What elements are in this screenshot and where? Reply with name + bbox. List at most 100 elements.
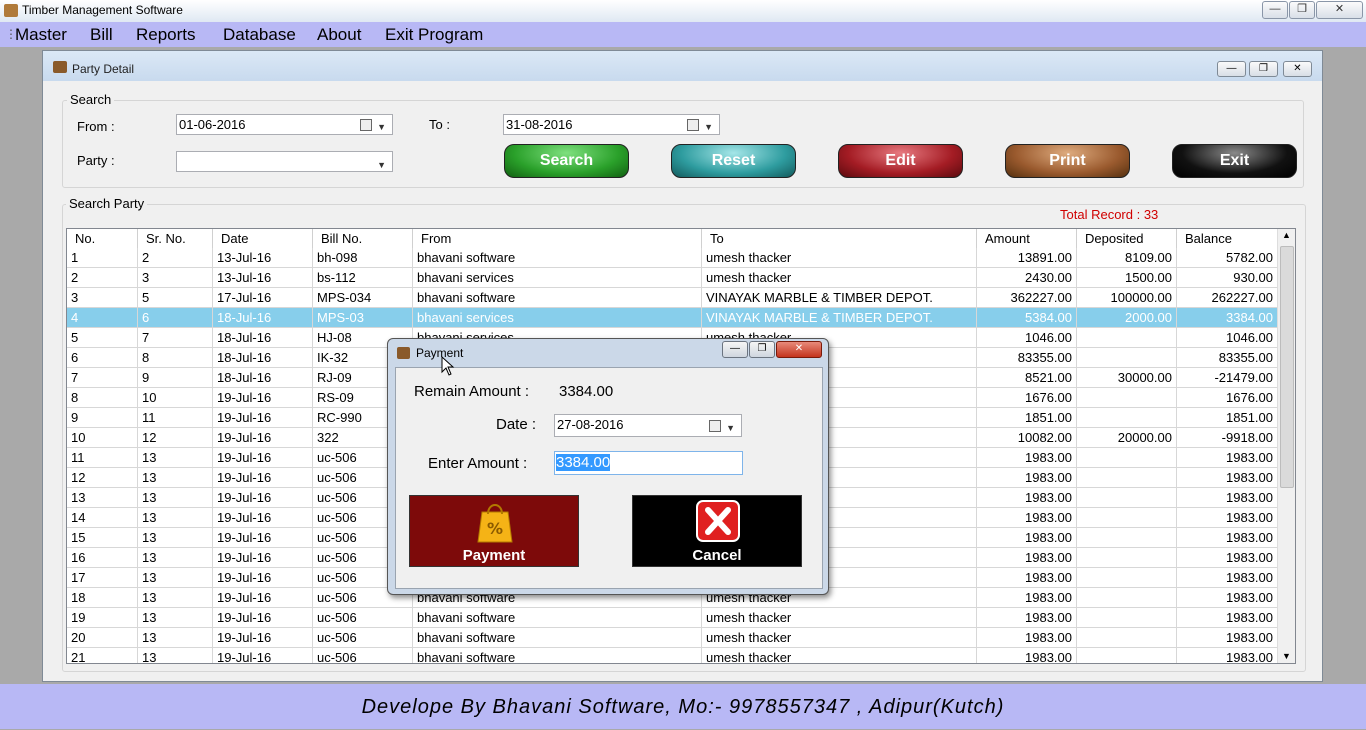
table-cell: umesh thacker [702, 608, 977, 627]
payment-button[interactable]: % Payment [409, 495, 579, 567]
to-date-value: 31-08-2016 [506, 117, 573, 132]
table-cell: 19-Jul-16 [213, 568, 313, 587]
chevron-down-icon[interactable]: ▼ [377, 156, 386, 175]
menu-master[interactable]: Master [15, 25, 67, 45]
search-button[interactable]: Search [504, 144, 629, 178]
table-cell: 17-Jul-16 [213, 288, 313, 307]
menu-database[interactable]: Database [223, 25, 296, 45]
chevron-down-icon[interactable]: ▼ [704, 118, 713, 137]
table-cell: 19-Jul-16 [213, 608, 313, 627]
table-cell: 13-Jul-16 [213, 248, 313, 267]
dialog-maximize-button[interactable]: ❐ [749, 341, 775, 358]
table-cell: 5 [67, 328, 138, 347]
table-cell: 1983.00 [1177, 588, 1278, 607]
table-row[interactable]: 20 13 19-Jul-16 uc-506 bhavani software umesh… [67, 628, 1278, 648]
enter-amount-label: Enter Amount : [428, 455, 528, 472]
table-row[interactable]: 1 2 13-Jul-16 bh-098 bhavani software umesh t… [67, 248, 1278, 268]
table-cell: bhavani software [413, 608, 702, 627]
table-row[interactable]: 2 3 13-Jul-16 bs-112 bhavani services umesh t… [67, 268, 1278, 288]
column-header[interactable]: No. [67, 229, 138, 248]
table-cell: 1983.00 [1177, 648, 1278, 663]
table-cell [1077, 328, 1177, 347]
table-cell: 17 [67, 568, 138, 587]
column-header[interactable]: Amount [977, 229, 1077, 248]
child-maximize-button[interactable]: ❐ [1249, 61, 1278, 77]
table-cell: 1983.00 [1177, 568, 1278, 587]
payment-date-picker[interactable]: 27-08-2016 ▼ [554, 414, 742, 437]
table-cell [1077, 488, 1177, 507]
chevron-down-icon[interactable]: ▼ [377, 118, 386, 137]
table-row[interactable]: 3 5 17-Jul-16 MPS-034 bhavani software VINAYA… [67, 288, 1278, 308]
table-cell: bs-112 [313, 268, 413, 287]
table-cell: bhavani software [413, 248, 702, 267]
table-row[interactable]: 4 6 18-Jul-16 MPS-03 bhavani services VINAYAK… [67, 308, 1278, 328]
table-row[interactable]: 21 13 19-Jul-16 uc-506 bhavani software umesh… [67, 648, 1278, 663]
menu-exit-program[interactable]: Exit Program [385, 25, 483, 45]
print-button[interactable]: Print [1005, 144, 1130, 178]
dialog-minimize-button[interactable]: — [722, 341, 748, 358]
table-cell: 10082.00 [977, 428, 1077, 447]
calendar-icon[interactable] [687, 119, 699, 131]
chevron-down-icon[interactable]: ▼ [726, 419, 735, 438]
table-cell: 4 [67, 308, 138, 327]
table-cell: 1046.00 [977, 328, 1077, 347]
enter-amount-input[interactable]: 3384.00 [554, 451, 743, 475]
table-cell: 19-Jul-16 [213, 508, 313, 527]
table-cell: 13 [138, 448, 213, 467]
cancel-button-label: Cancel [692, 547, 742, 564]
child-minimize-button[interactable]: — [1217, 61, 1246, 77]
calendar-icon[interactable] [709, 420, 721, 432]
minimize-button[interactable]: — [1262, 1, 1288, 19]
table-cell: 1983.00 [977, 548, 1077, 567]
edit-button[interactable]: Edit [838, 144, 963, 178]
table-cell: 1983.00 [1177, 548, 1278, 567]
column-header[interactable]: Deposited [1077, 229, 1177, 248]
vertical-scrollbar[interactable]: ▲ ▼ [1277, 229, 1295, 663]
table-cell: umesh thacker [702, 268, 977, 287]
column-header[interactable]: From [413, 229, 702, 248]
column-header[interactable]: Balance [1177, 229, 1278, 248]
table-cell: uc-506 [313, 608, 413, 627]
dialog-close-button[interactable]: ✕ [776, 341, 822, 358]
scrollbar-thumb[interactable] [1280, 246, 1294, 488]
column-header[interactable]: Sr. No. [138, 229, 213, 248]
close-button[interactable]: ✕ [1316, 1, 1363, 19]
column-header[interactable]: Bill No. [313, 229, 413, 248]
menu-about[interactable]: About [317, 25, 361, 45]
table-cell: 1983.00 [977, 588, 1077, 607]
table-cell: 5384.00 [977, 308, 1077, 327]
maximize-button[interactable]: ❐ [1289, 1, 1315, 19]
app-title: Timber Management Software [22, 3, 183, 17]
table-cell: 1851.00 [1177, 408, 1278, 427]
table-cell: 362227.00 [977, 288, 1077, 307]
reset-button[interactable]: Reset [671, 144, 796, 178]
table-cell [1077, 348, 1177, 367]
column-header[interactable]: To [702, 229, 977, 248]
from-date-picker[interactable]: 01-06-2016 ▼ [176, 114, 393, 135]
scroll-down-icon[interactable]: ▼ [1282, 651, 1291, 661]
party-select[interactable]: ▼ [176, 151, 393, 172]
table-cell: 3 [67, 288, 138, 307]
table-cell [1077, 568, 1177, 587]
child-close-button[interactable]: ✕ [1283, 61, 1312, 77]
table-cell: 12 [138, 428, 213, 447]
calendar-icon[interactable] [360, 119, 372, 131]
cancel-button[interactable]: Cancel [632, 495, 802, 567]
scroll-up-icon[interactable]: ▲ [1282, 230, 1291, 240]
menu-bill[interactable]: Bill [90, 25, 113, 45]
table-cell: 18-Jul-16 [213, 308, 313, 327]
table-cell: 15 [67, 528, 138, 547]
to-date-picker[interactable]: 31-08-2016 ▼ [503, 114, 720, 135]
exit-button[interactable]: Exit [1172, 144, 1297, 178]
table-cell: bhavani software [413, 628, 702, 647]
table-cell: 12 [67, 468, 138, 487]
table-cell: 1983.00 [977, 488, 1077, 507]
table-cell: bh-098 [313, 248, 413, 267]
table-row[interactable]: 19 13 19-Jul-16 uc-506 bhavani software umesh… [67, 608, 1278, 628]
table-cell: MPS-034 [313, 288, 413, 307]
table-cell: VINAYAK MARBLE & TIMBER DEPOT. [702, 308, 977, 327]
menu-reports[interactable]: Reports [136, 25, 196, 45]
table-cell: bhavani software [413, 648, 702, 663]
column-header[interactable]: Date [213, 229, 313, 248]
table-cell: 13-Jul-16 [213, 268, 313, 287]
